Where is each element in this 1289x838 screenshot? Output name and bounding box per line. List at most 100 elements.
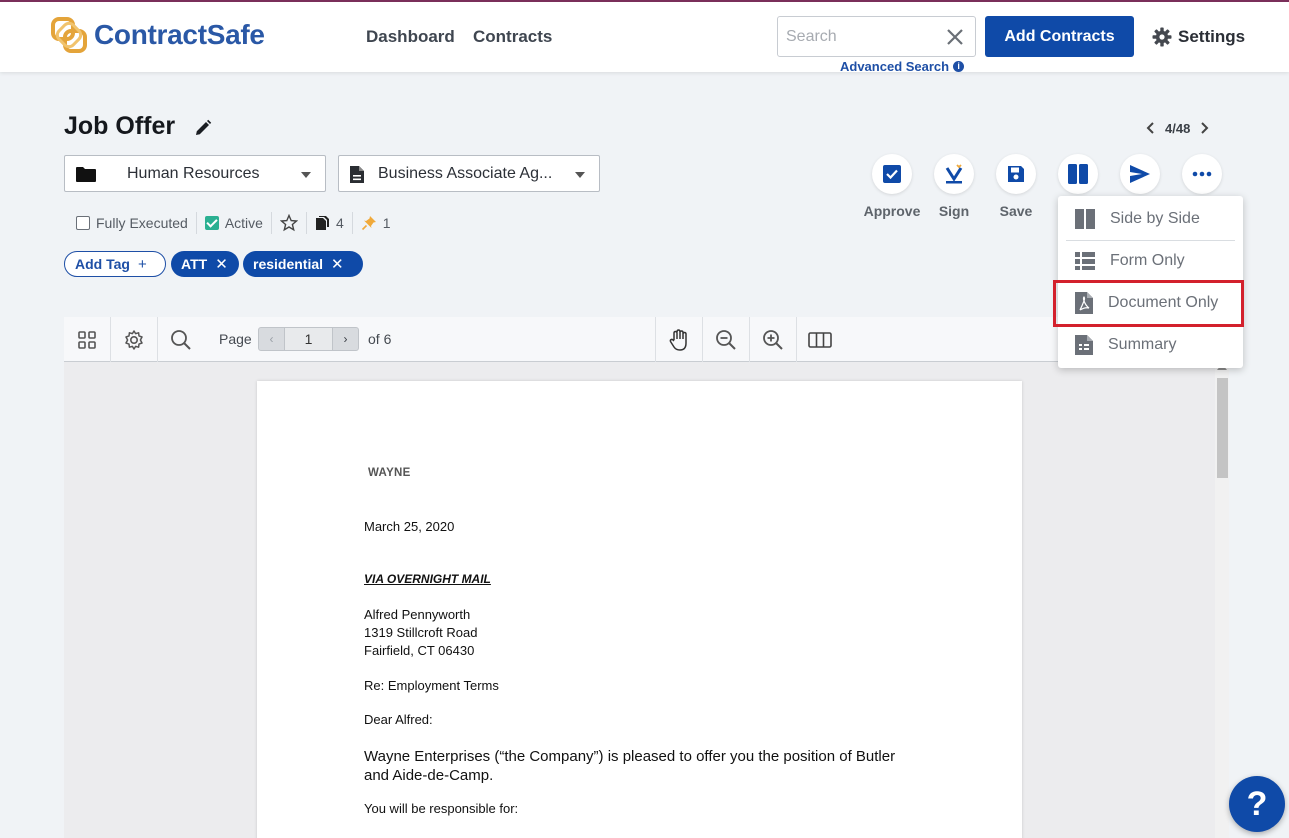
chevron-left-icon[interactable] — [1143, 120, 1159, 136]
menu-item-form-only[interactable]: Form Only — [1058, 240, 1243, 282]
advanced-search-link[interactable]: Advanced Search i — [840, 59, 965, 74]
thumbnails-button[interactable] — [64, 317, 110, 362]
page-layout-button[interactable] — [797, 317, 843, 362]
viewer-search-button[interactable] — [158, 317, 204, 362]
save-button[interactable]: Save — [986, 154, 1046, 219]
floppy-disk-icon — [1008, 166, 1024, 182]
help-button[interactable]: ? — [1229, 776, 1285, 832]
zoom-in-icon — [763, 329, 783, 350]
letter-body-line: and Aide-de-Camp. — [364, 767, 494, 784]
active-label: Active — [224, 215, 263, 231]
gear-outline-icon — [125, 329, 143, 350]
folder-icon — [76, 167, 96, 182]
info-icon: i — [953, 61, 965, 72]
plus-icon: + — [137, 255, 147, 273]
table-icon — [1075, 252, 1095, 270]
gear-icon — [1152, 27, 1172, 47]
letter-responsibilities: You will be responsible for: — [364, 801, 519, 816]
send-button[interactable] — [1110, 154, 1170, 194]
scrollbar-thumb[interactable] — [1217, 378, 1228, 478]
add-tag-button[interactable]: Add Tag + — [64, 251, 166, 277]
view-layout-button[interactable] — [1048, 154, 1108, 194]
add-tag-label: Add Tag — [75, 256, 130, 272]
approve-button[interactable]: Approve — [862, 154, 922, 219]
search-box — [777, 16, 976, 57]
send-icon — [1130, 165, 1150, 183]
sign-button[interactable]: Sign — [924, 154, 984, 219]
close-icon[interactable] — [945, 27, 965, 47]
status-row: Fully Executed Active 4 1 — [76, 212, 391, 234]
check-square-icon — [883, 165, 901, 183]
menu-item-label: Side by Side — [1110, 210, 1200, 227]
close-icon[interactable]: ✕ — [215, 255, 228, 273]
pager-count: 4/48 — [1165, 120, 1191, 136]
tag-label: ATT — [181, 256, 208, 272]
document-page: WAYNE March 25, 2020 VIA OVERNIGHT MAIL … — [257, 381, 1022, 838]
sign-icon-circle — [934, 154, 974, 194]
grid-icon — [78, 330, 96, 349]
nav-contracts[interactable]: Contracts — [473, 27, 552, 47]
side-by-side-icon — [1075, 209, 1095, 229]
folder-value: Human Resources — [127, 165, 260, 182]
letter-body-line: Wayne Enterprises (“the Company”) is ple… — [364, 748, 896, 765]
delivery-method: VIA OVERNIGHT MAIL — [364, 572, 491, 586]
two-page-icon — [808, 331, 832, 348]
tag-chip[interactable]: ATT ✕ — [171, 251, 239, 277]
zoom-in-button[interactable] — [750, 317, 796, 362]
zoom-out-button[interactable] — [703, 317, 749, 362]
star-icon[interactable] — [279, 214, 298, 232]
approve-icon-circle — [872, 154, 912, 194]
divider — [270, 212, 272, 234]
letter-date: March 25, 2020 — [364, 519, 455, 534]
settings-button[interactable]: Settings — [1152, 27, 1245, 47]
send-icon-circle — [1120, 154, 1160, 194]
letter-salutation: Dear Alfred: — [364, 712, 433, 727]
hand-icon — [669, 328, 687, 351]
prev-page-button[interactable]: ‹ — [258, 327, 285, 351]
active-checkbox[interactable] — [204, 216, 219, 230]
divider — [305, 212, 307, 234]
ellipsis-icon — [1192, 171, 1212, 177]
letter-subject: Re: Employment Terms — [364, 678, 499, 693]
more-icon-circle — [1182, 154, 1222, 194]
viewer-settings-button[interactable] — [111, 317, 157, 362]
files-icon[interactable] — [315, 215, 330, 231]
chevron-right-icon[interactable] — [1196, 120, 1212, 136]
file-count: 4 — [335, 215, 344, 231]
viewer-toolbar: Page ‹ 1 › of 6 — [64, 317, 1064, 362]
tag-label: residential — [253, 256, 324, 272]
menu-item-summary[interactable]: Summary — [1058, 324, 1243, 366]
fully-executed-label: Fully Executed — [96, 215, 188, 231]
contract-type-select[interactable]: Business Associate Ag... — [338, 155, 600, 192]
more-button[interactable] — [1172, 154, 1232, 194]
summary-file-icon — [1075, 335, 1093, 355]
logo[interactable]: ContractSafe — [50, 16, 265, 54]
layout-icon-circle — [1058, 154, 1098, 194]
pin-count: 1 — [382, 215, 391, 231]
close-icon[interactable]: ✕ — [331, 255, 344, 273]
page-total: of 6 — [368, 331, 392, 347]
menu-item-label: Form Only — [1110, 252, 1185, 269]
add-contracts-button[interactable]: Add Contracts — [985, 16, 1134, 57]
page-number-input[interactable]: 1 — [285, 327, 332, 351]
contract-pager: 4/48 — [1143, 120, 1212, 136]
zoom-out-icon — [716, 329, 736, 350]
tag-chip[interactable]: residential ✕ — [243, 251, 363, 277]
pin-icon[interactable] — [361, 215, 377, 231]
menu-item-side-by-side[interactable]: Side by Side — [1058, 198, 1243, 240]
signature-icon — [945, 164, 963, 184]
letterhead: WAYNE — [368, 467, 411, 479]
address-line: Alfred Pennyworth — [364, 607, 471, 622]
next-page-button[interactable]: › — [332, 327, 359, 351]
fully-executed-checkbox[interactable] — [76, 216, 90, 230]
folder-select[interactable]: Human Resources — [64, 155, 326, 192]
logo-text: ContractSafe — [94, 19, 265, 50]
caret-down-icon — [575, 172, 585, 178]
nav-dashboard[interactable]: Dashboard — [366, 27, 455, 47]
page-label: Page — [219, 331, 252, 347]
pan-tool-button[interactable] — [656, 317, 702, 362]
pencil-icon[interactable] — [194, 119, 212, 137]
divider — [351, 212, 353, 234]
sign-label: Sign — [938, 203, 970, 219]
search-input[interactable] — [778, 17, 938, 56]
